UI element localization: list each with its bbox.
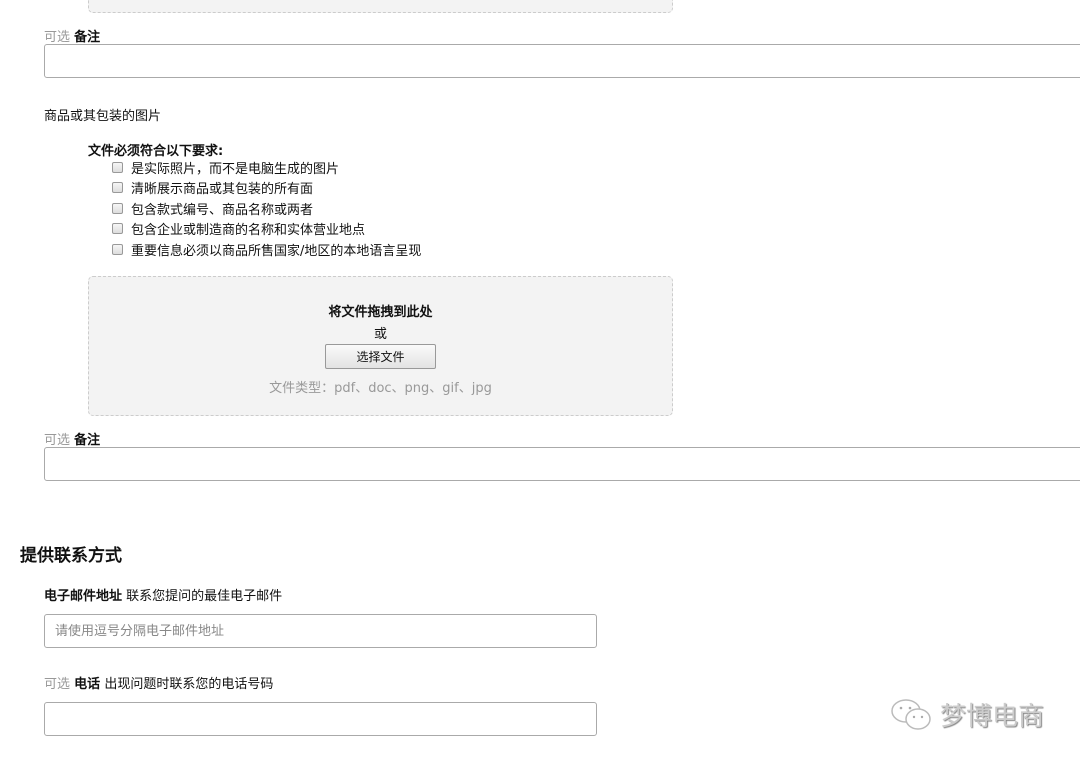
checkbox[interactable] — [112, 182, 123, 194]
watermark: 梦博电商 — [890, 696, 1044, 733]
checkbox[interactable] — [112, 161, 123, 173]
requirements-list: 是实际照片，而不是电脑生成的图片 清晰展示商品或其包装的所有面 包含款式编号、商… — [112, 157, 421, 260]
checkbox[interactable] — [112, 223, 123, 235]
email-label: 电子邮件地址 联系您提问的最佳电子邮件 — [44, 589, 283, 604]
checkbox[interactable] — [112, 202, 123, 214]
previous-dropzone[interactable] — [88, 0, 673, 13]
note-input[interactable] — [44, 44, 1080, 78]
phone-input[interactable] — [44, 702, 597, 736]
requirement-item[interactable]: 包含企业或制造商的名称和实体营业地点 — [112, 219, 421, 240]
email-input[interactable] — [44, 614, 597, 648]
checkbox[interactable] — [112, 243, 123, 255]
image-section-title: 商品或其包装的图片 — [44, 109, 162, 124]
file-types: 文件类型：pdf、doc、png、gif、jpg — [269, 381, 492, 396]
requirement-item[interactable]: 重要信息必须以商品所售国家/地区的本地语言呈现 — [112, 239, 421, 260]
note-input[interactable] — [44, 447, 1080, 481]
choose-file-button[interactable]: 选择文件 — [325, 344, 436, 369]
dropzone-title: 将文件拖拽到此处 — [328, 305, 433, 320]
wechat-icon — [891, 698, 931, 730]
requirement-item[interactable]: 清晰展示商品或其包装的所有面 — [112, 178, 421, 199]
contact-section-title: 提供联系方式 — [20, 546, 122, 566]
file-dropzone[interactable]: 将文件拖拽到此处 或 选择文件 文件类型：pdf、doc、png、gif、jpg — [88, 276, 673, 416]
requirement-item[interactable]: 包含款式编号、商品名称或两者 — [112, 198, 421, 219]
note-label: 可选 备注 — [44, 30, 101, 45]
note-label: 可选 备注 — [44, 433, 101, 448]
dropzone-or: 或 — [373, 327, 387, 342]
phone-label: 可选 电话 出现问题时联系您的电话号码 — [44, 677, 274, 692]
requirement-item[interactable]: 是实际照片，而不是电脑生成的图片 — [112, 157, 421, 178]
